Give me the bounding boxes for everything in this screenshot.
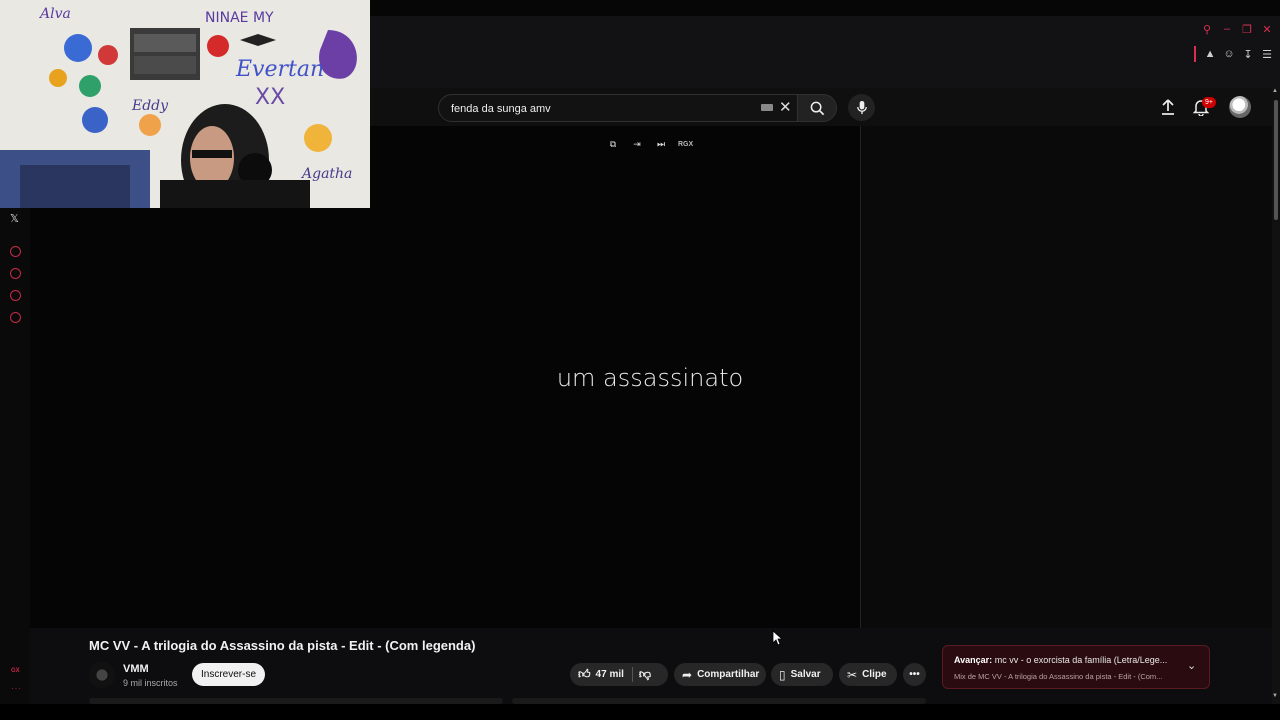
enter-icon[interactable]: ⇥ bbox=[630, 137, 644, 151]
more-sidebar-icon[interactable]: ··· bbox=[11, 684, 22, 693]
up-next-card[interactable]: Avançar: mc vv - o exorcista da família … bbox=[942, 645, 1210, 689]
video-title: MC VV - A trilogia do Assassino da pista… bbox=[89, 638, 476, 653]
x-social-icon[interactable]: 𝕏 bbox=[10, 212, 19, 225]
player-side-area bbox=[860, 126, 1272, 628]
player-icon[interactable] bbox=[10, 246, 21, 257]
search-button[interactable] bbox=[797, 94, 837, 122]
channel-name[interactable]: VMM bbox=[123, 663, 149, 675]
up-next-title: Avançar: mc vv - o exorcista da família … bbox=[954, 655, 1179, 665]
popout-icon[interactable]: ⧉ bbox=[606, 137, 620, 151]
menu-icon[interactable]: ☰ bbox=[1262, 48, 1272, 61]
like-dislike-group: 👍︎ 47 mil 👎︎ bbox=[570, 663, 668, 686]
video-caption: um assassinato bbox=[556, 364, 744, 392]
subscribe-label: Inscrever-se bbox=[200, 669, 256, 680]
save-button[interactable]: ▯ Salvar bbox=[771, 663, 833, 686]
taskbar bbox=[0, 704, 1280, 720]
restore-icon[interactable]: ❐ bbox=[1242, 24, 1252, 36]
gx-logo[interactable]: GX bbox=[11, 668, 20, 674]
history-icon[interactable] bbox=[10, 268, 21, 279]
accent-divider bbox=[1194, 46, 1196, 62]
share-button[interactable]: ➦ Compartilhar bbox=[674, 663, 766, 686]
share-label: Compartilhar bbox=[697, 669, 760, 680]
clip-label: Clipe bbox=[862, 669, 887, 680]
settings-icon[interactable] bbox=[10, 312, 21, 323]
like-count[interactable]: 47 mil bbox=[596, 669, 624, 680]
window-controls: ⚲ – ❐ ✕ bbox=[1202, 23, 1272, 36]
extensions-sidebar-icon[interactable] bbox=[10, 290, 21, 301]
minimize-icon[interactable]: – bbox=[1222, 23, 1232, 35]
search-box: ✕ bbox=[438, 94, 798, 122]
notification-badge: 9+ bbox=[1202, 97, 1216, 108]
next-track-icon[interactable]: ⏭ bbox=[654, 137, 668, 151]
clip-button[interactable]: ✂ Clipe bbox=[839, 663, 897, 686]
subscribe-button[interactable]: Inscrever-se bbox=[192, 663, 265, 686]
browser-toolbar bbox=[370, 16, 1280, 88]
svg-text:XX: XX bbox=[255, 85, 285, 110]
close-icon[interactable]: ✕ bbox=[779, 98, 792, 116]
scroll-down-icon[interactable]: ▼ bbox=[1272, 693, 1278, 699]
search-input[interactable] bbox=[449, 99, 753, 119]
scroll-up-icon[interactable]: ▲ bbox=[1272, 88, 1278, 94]
webcam-overlay: Alva NINAE MY Evertan XX Eddy Agatha bbox=[0, 0, 370, 208]
svg-text:Alva: Alva bbox=[38, 6, 71, 22]
svg-text:Eddy: Eddy bbox=[131, 98, 169, 114]
avatar[interactable] bbox=[1229, 96, 1251, 118]
mic-icon bbox=[856, 100, 867, 115]
svg-text:Agatha: Agatha bbox=[300, 166, 352, 182]
scrollbar-thumb[interactable] bbox=[1274, 100, 1278, 220]
save-label: Salvar bbox=[790, 669, 821, 680]
keyboard-icon[interactable] bbox=[761, 104, 773, 111]
upload-icon[interactable] bbox=[1160, 98, 1176, 116]
channel-avatar[interactable] bbox=[89, 662, 115, 688]
clip-icon: ✂ bbox=[847, 667, 858, 682]
window-close-icon[interactable]: ✕ bbox=[1262, 24, 1272, 36]
rgx-button[interactable]: RGX bbox=[678, 137, 693, 151]
browser-search-icon[interactable]: ⚲ bbox=[1202, 24, 1212, 36]
more-icon: ••• bbox=[909, 669, 920, 680]
share-icon: ➦ bbox=[682, 667, 693, 682]
download-icon[interactable]: ↧ bbox=[1243, 48, 1253, 61]
search-icon bbox=[810, 101, 824, 115]
extensions-icon[interactable]: ▲ bbox=[1205, 48, 1216, 60]
profile-icon[interactable]: ☺ bbox=[1223, 48, 1234, 60]
up-next-subtitle: Mix de MC VV - A trilogia do Assassino d… bbox=[954, 672, 1163, 681]
extensions-row: ▲ ☺ ↧ ☰ bbox=[1194, 46, 1272, 62]
like-icon[interactable]: 👍︎ bbox=[578, 667, 591, 682]
webcam-feed-image: Alva NINAE MY Evertan XX Eddy Agatha bbox=[0, 0, 370, 208]
subscriber-count: 9 mil inscritos bbox=[123, 678, 178, 688]
like-divider bbox=[631, 667, 633, 682]
player-extension-tools: ⧉ ⇥ ⏭ RGX bbox=[606, 137, 693, 151]
up-next-video-title: mc vv - o exorcista da família (Letra/Le… bbox=[994, 655, 1168, 665]
save-icon: ▯ bbox=[779, 667, 786, 682]
mouse-cursor-icon bbox=[772, 630, 782, 646]
more-actions-button[interactable]: ••• bbox=[903, 663, 926, 686]
svg-text:NINAE MY: NINAE MY bbox=[205, 10, 274, 26]
browser-sidebar bbox=[0, 208, 30, 704]
svg-text:Evertan: Evertan bbox=[235, 57, 324, 82]
voice-search-button[interactable] bbox=[848, 94, 875, 121]
chevron-down-icon[interactable]: ⌄ bbox=[1187, 659, 1196, 672]
up-next-prefix: Avançar: bbox=[954, 655, 993, 665]
dislike-icon[interactable]: 👎︎ bbox=[639, 667, 651, 682]
